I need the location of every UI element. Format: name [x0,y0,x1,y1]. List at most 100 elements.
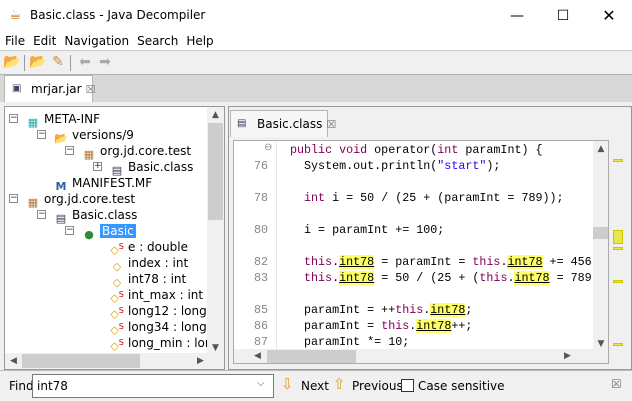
code-token: this [290,255,333,269]
menu-search[interactable]: Search [134,32,181,50]
tree-item[interactable]: ◇S int_max : int [110,287,203,305]
previous-arrow-icon[interactable]: ⇧ [333,375,346,393]
tree-item[interactable]: ▤ Basic.class [54,207,138,225]
code-token: "start" [437,159,487,173]
tree-item[interactable]: 📂 versions/9 [54,127,134,145]
menu-file[interactable]: File [2,32,28,50]
find-input[interactable]: int78 ⌵ [32,374,274,398]
tree-item-label: int78 : int [128,272,187,286]
code-token: this [381,319,410,333]
code-token: = 789 [549,271,592,285]
class-file-icon: ▤ [237,118,247,129]
code-token: paramInt) { [465,143,543,157]
static-field-icon: ◇S [110,322,124,337]
code-line: System.out.println("start"); [290,158,500,174]
case-sensitive-checkbox[interactable] [401,379,414,392]
code-line: this.int78 = paramInt = this.int78 += 45… [290,254,592,270]
scroll-thumb[interactable] [208,123,223,220]
next-button[interactable]: Next [301,379,329,393]
tree-item[interactable]: ◇S long34 : long [110,319,207,337]
tab-label: mrjar.jar [31,82,82,96]
tree-item-label: Basic.class [128,160,194,174]
menu-navigation[interactable]: Navigation [61,32,132,50]
tree-item[interactable]: ▦ META-INF [26,111,101,129]
code-line: paramInt = ++this.int78; [290,302,472,318]
toolbar-separator [70,55,71,71]
search-icon[interactable]: ✎ [49,54,67,70]
code-line: paramInt *= 10; [290,334,409,350]
code-token: paramInt = [290,319,382,333]
scroll-thumb[interactable] [22,354,140,368]
code-token: paramInt = ++ [290,303,396,317]
collapse-toggle[interactable]: − [65,146,74,155]
code-token: paramInt *= 10; [290,335,410,349]
menu-edit[interactable]: Edit [30,32,59,50]
tree-item[interactable]: ◇ index : int [110,255,188,273]
tree-item[interactable]: M MANIFEST.MF [54,175,153,193]
scroll-thumb[interactable] [593,227,608,239]
case-sensitive-label[interactable]: Case sensitive [418,379,505,393]
tree-item-label: META-INF [44,112,101,126]
collapse-toggle[interactable]: − [37,130,46,139]
code-token: = paramInt = [374,255,473,269]
package-folder-icon: ▦ [27,116,39,129]
code-token: this [479,271,508,285]
tree-vertical-scrollbar[interactable]: ▲ ▼ [207,107,224,353]
tree-item[interactable]: ▦ org.jd.core.test [26,191,135,209]
collapse-toggle[interactable]: − [37,210,46,219]
tree-item[interactable]: ▦ org.jd.core.test [82,143,192,161]
open-file-icon[interactable]: 📂 [3,54,21,70]
tree-item[interactable]: ◇S long12 : long [110,303,207,321]
tree-item-label: Basic.class [72,208,138,222]
collapse-toggle[interactable]: − [9,114,18,123]
minimize-button[interactable]: — [494,0,540,32]
code-token: this [290,271,333,285]
next-arrow-icon[interactable]: ⇩ [281,375,294,393]
close-button[interactable]: ✕ [586,0,632,32]
previous-button[interactable]: Previous [352,379,403,393]
title-bar: ☕ Basic.class - Java Decompiler — ☐ ✕ [0,0,632,32]
tree-item[interactable]: ◇S e : double [110,239,188,257]
chevron-down-icon[interactable]: ⌵ [257,378,265,389]
line-number: 87 [253,335,268,349]
code-line: int i = 50 / (25 + (paramInt = 789)); [290,190,564,206]
code-vertical-scrollbar[interactable]: ▲ ▼ [593,141,608,349]
collapse-icon[interactable]: ⊖ [264,142,272,153]
tree-item[interactable]: ● Basic [82,223,136,241]
close-icon[interactable]: ☒ [86,83,96,96]
code-editor[interactable]: ⊖ public void operator(int paramInt) {76… [233,140,609,364]
folder-open-icon: 📂 [54,132,68,145]
maximize-button[interactable]: ☐ [540,0,586,32]
package-icon: ▦ [27,196,39,209]
tree-item-label: Basic [100,224,136,238]
close-icon[interactable]: ☒ [326,118,336,131]
close-find-icon[interactable]: ☒ [611,377,622,391]
tree-item[interactable]: ◇ int78 : int [110,271,187,289]
tab-mrjar[interactable]: ▣ mrjar.jar ☒ [4,75,96,102]
tree-item[interactable]: ◇S long_min : long [110,335,220,353]
scroll-thumb[interactable] [267,350,356,363]
toolbar-separator [24,55,25,71]
code-token: i = 50 / (25 + (paramInt = 789)); [332,191,564,205]
code-token: int [290,191,333,205]
collapse-toggle[interactable]: − [65,226,74,235]
collapse-toggle[interactable]: − [9,194,18,203]
code-horizontal-scrollbar[interactable]: ◀ ▶ [234,349,608,363]
tab-basic-class[interactable]: ▤ Basic.class ☒ [230,110,336,137]
search-match: int78 [430,303,466,317]
search-match: int78 [416,319,452,333]
tree-horizontal-scrollbar[interactable]: ◀ ▶ [5,353,224,369]
back-icon[interactable]: ⬅ [76,54,94,70]
line-number: 78 [253,191,268,205]
open-type-icon[interactable]: 📂 [29,54,47,70]
forward-icon[interactable]: ➡ [96,54,114,70]
tree-item-label: long34 : long [128,320,207,334]
menu-help[interactable]: Help [183,32,216,50]
tree-item[interactable]: ▤ Basic.class [110,159,194,177]
tree-item-label: versions/9 [72,128,134,142]
jar-icon: ▣ [12,83,22,94]
tab-strip: ▣ mrjar.jar ☒ [0,74,632,102]
tree-item-label: org.jd.core.test [100,144,192,158]
expand-toggle[interactable]: + [93,162,102,171]
code-token: System.out.println( [290,159,438,173]
